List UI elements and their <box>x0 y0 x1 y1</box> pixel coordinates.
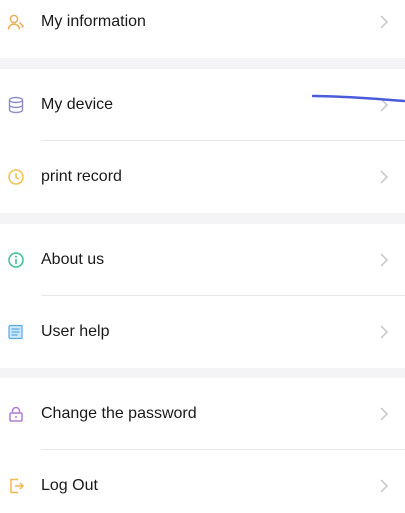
menu-group-device: My device print record <box>0 69 405 213</box>
chevron-right-icon <box>379 97 389 113</box>
chevron-right-icon <box>379 169 389 185</box>
menu-item-label: Change the password <box>41 405 197 422</box>
menu-item-my-information[interactable]: My information <box>0 0 405 58</box>
chevron-right-icon <box>379 324 389 340</box>
menu-item-label: My information <box>41 13 146 30</box>
menu-item-print-record[interactable]: print record <box>0 141 405 213</box>
menu-item-label: About us <box>41 251 105 268</box>
menu-item-label: print record <box>41 168 122 185</box>
menu-item-user-help[interactable]: User help <box>0 296 405 368</box>
chevron-right-icon <box>379 478 389 494</box>
menu-item-label: User help <box>41 323 110 340</box>
lock-icon <box>7 405 25 423</box>
database-icon <box>7 96 25 114</box>
chevron-right-icon <box>379 14 389 30</box>
profile-menu-screen: My information My device print record Ab… <box>0 0 405 513</box>
menu-item-change-password[interactable]: Change the password <box>0 378 405 450</box>
logout-icon <box>7 477 25 495</box>
menu-group-security: Change the password Log Out <box>0 378 405 513</box>
document-icon <box>7 323 25 341</box>
menu-item-about-us[interactable]: About us <box>0 224 405 296</box>
info-icon <box>7 251 25 269</box>
menu-item-log-out[interactable]: Log Out <box>0 450 405 513</box>
chevron-right-icon <box>379 406 389 422</box>
clock-icon <box>7 168 25 186</box>
user-icon <box>7 13 25 31</box>
menu-group-account: My information <box>0 0 405 58</box>
menu-item-label: Log Out <box>41 477 98 494</box>
menu-item-my-device[interactable]: My device <box>0 69 405 141</box>
menu-group-support: About us User help <box>0 224 405 368</box>
menu-item-label: My device <box>41 96 114 113</box>
chevron-right-icon <box>379 252 389 268</box>
